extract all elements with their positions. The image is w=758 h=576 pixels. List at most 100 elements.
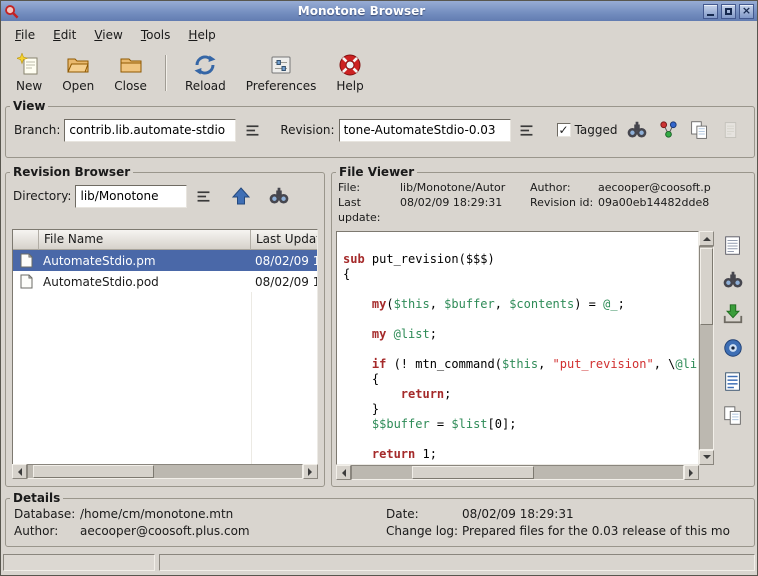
column-header-file-name[interactable]: File Name [39,230,251,250]
statusbar [3,554,755,571]
tagged-checkbox[interactable]: ✓ [557,123,571,137]
scrollbar-up-button[interactable] [699,231,714,246]
monotone-browser-window: Monotone Browser × FileEditViewToolsHelp… [0,0,758,576]
menu-item-help[interactable]: Help [179,24,224,46]
find-file-button[interactable] [267,184,291,208]
directory-row: Directory: [6,181,324,211]
scrollbar-left-button[interactable] [12,464,27,479]
new-icon [17,53,41,77]
scrollbar-track[interactable] [351,465,684,480]
menu-item-view[interactable]: View [85,24,131,46]
copy-pages-icon [689,120,710,141]
window-title: Monotone Browser [23,4,700,18]
scrollbar-track[interactable] [699,246,714,450]
compare-revisions-button[interactable] [687,118,711,142]
revision-browser-frame: Revision Browser Directory: File Name La… [5,165,325,487]
directory-list-button[interactable] [191,184,215,208]
revision-input[interactable] [339,119,511,142]
open-button-label: Open [62,79,94,93]
code-area: sub put_revision($$$){ my($this, $buffer… [336,231,714,480]
branch-input[interactable] [64,119,236,142]
help-lifesaver-icon [338,53,362,77]
list-picker-icon [195,188,212,205]
open-button[interactable]: Open [53,50,103,96]
toolbar-separator [165,55,167,91]
branch-label: Branch: [14,123,60,137]
list-picker-icon [518,122,535,139]
scrollbar-down-button[interactable] [699,450,714,465]
help-button[interactable]: Help [327,50,372,96]
scrollbar-thumb[interactable] [33,465,154,478]
view-frame: View Branch: Revision: ✓ Tagged [5,99,755,158]
database-label: Database: [14,506,80,523]
view-row: Branch: Revision: ✓ Tagged [6,115,754,145]
binoculars-icon [626,119,648,141]
save-file-button[interactable] [719,301,747,327]
column-header-last-updated[interactable]: Last Updat [251,230,317,250]
save-download-icon [722,303,744,325]
up-arrow-icon [231,186,251,206]
view-frame-label: View [10,99,48,113]
external-viewer-button[interactable] [719,369,747,395]
scrollbar-corner [699,465,714,480]
scrollbar-right-button[interactable] [684,465,699,480]
code-content: sub put_revision($$$){ my($this, $buffer… [337,232,698,462]
binoculars-icon [722,269,744,291]
revision-list-button[interactable] [515,118,539,142]
scrollbar-thumb[interactable] [700,248,713,325]
find-text-button[interactable] [719,267,747,293]
column-header-icon[interactable] [13,230,39,250]
maximize-button[interactable] [721,4,736,19]
scrollbar-thumb[interactable] [412,466,534,479]
file-details-button[interactable] [719,233,747,259]
close-db-button-label: Close [114,79,147,93]
revision-graph-button[interactable] [656,118,680,142]
right-arrow-icon [689,469,697,477]
menubar: FileEditViewToolsHelp [1,22,757,47]
close-db-button[interactable]: Close [105,50,156,96]
minimize-icon [707,14,714,16]
details-frame: Details Database: /home/cm/monotone.mtn … [5,491,755,547]
file-viewer-icon-strip [716,233,750,429]
date-value: 08/02/09 18:29:31 [462,506,746,523]
last-updated-cell: 08/02/09 1 [251,254,317,268]
scrollbar-left-button[interactable] [336,465,351,480]
view-icon-group [625,118,746,142]
new-button[interactable]: New [7,50,51,96]
date-label: Date: [386,506,462,523]
preferences-button[interactable]: Preferences [237,50,326,96]
code-view[interactable]: sub put_revision($$$){ my($this, $buffer… [336,231,699,465]
close-button[interactable]: × [739,4,754,19]
menu-item-tools[interactable]: Tools [132,24,180,46]
find-revision-button[interactable] [625,118,649,142]
branch-list-button[interactable] [240,118,264,142]
change-log-button[interactable] [718,118,742,142]
toolbar: New Open Close Reload Preferences Help [1,47,757,99]
last-update-value: 08/02/09 18:29:31 [400,195,528,225]
directory-up-button[interactable] [229,184,253,208]
minimize-button[interactable] [703,4,718,19]
list-picker-icon [244,122,261,139]
menu-item-file[interactable]: File [6,24,44,46]
directory-input[interactable] [75,185,187,208]
scrollbar-right-button[interactable] [303,464,318,479]
last-update-label: Last update: [338,195,398,225]
code-hscrollbar[interactable] [336,465,699,480]
file-author-label: Author: [530,180,596,195]
file-author-value: aecooper@coosoft.p [598,180,748,195]
left-arrow-icon [14,468,22,476]
menu-item-edit[interactable]: Edit [44,24,85,46]
scrollbar-track[interactable] [27,464,303,479]
code-vscrollbar[interactable] [699,231,714,465]
reload-button-label: Reload [185,79,226,93]
compare-file-button[interactable] [719,403,747,429]
last-updated-cell: 08/02/09 1 [251,275,317,289]
view-file-button[interactable] [719,335,747,361]
open-folder-icon [66,53,90,77]
file-row[interactable]: AutomateStdio.pm08/02/09 1 [13,250,317,271]
file-list-hscrollbar[interactable] [12,464,318,479]
maximize-icon [725,8,732,15]
file-row[interactable]: AutomateStdio.pod08/02/09 1 [13,271,317,292]
reload-button[interactable]: Reload [176,50,235,96]
titlebar[interactable]: Monotone Browser × [1,1,757,21]
